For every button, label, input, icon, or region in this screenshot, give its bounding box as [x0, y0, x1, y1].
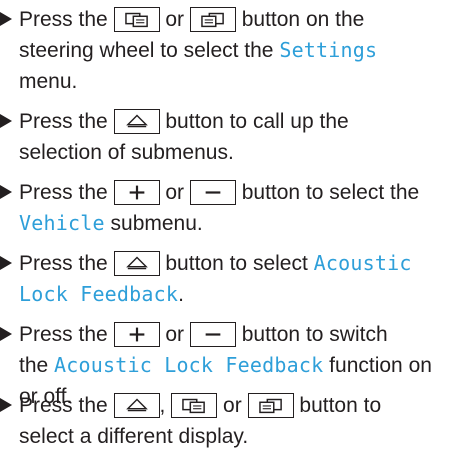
bullet-icon	[0, 327, 12, 341]
step-3-line-2: Vehicle submenu.	[19, 211, 203, 235]
back-key-icon	[113, 109, 160, 134]
step-1-line-1: Press the or button on the	[0, 4, 364, 35]
back-key-icon	[113, 251, 160, 276]
back-key-icon	[113, 393, 160, 418]
plus-key-icon	[113, 180, 160, 205]
step-3-line-1: Press the or button to select the	[0, 177, 419, 208]
step-6-line-1: Press the , or button to	[0, 390, 381, 421]
bullet-icon	[0, 398, 12, 412]
vehicle-submenu-label: Vehicle	[19, 211, 105, 235]
step-4-line-2: Lock Feedback.	[19, 282, 184, 306]
minus-key-icon	[189, 180, 236, 205]
page-forward-key-icon	[247, 393, 294, 418]
step-1-line-2: steering wheel to select the Settings	[19, 38, 378, 62]
page-forward-key-icon	[189, 7, 236, 32]
step-2-line-1: Press the button to call up the	[0, 106, 349, 137]
settings-menu-label: Settings	[279, 38, 378, 62]
acoustic-label: Acoustic	[313, 251, 412, 275]
lock-feedback-label: Lock Feedback	[19, 282, 179, 306]
bullet-icon	[0, 185, 12, 199]
minus-key-icon	[189, 322, 236, 347]
bullet-icon	[0, 114, 12, 128]
plus-key-icon	[113, 322, 160, 347]
bullet-icon	[0, 12, 12, 26]
step-5-line-2: the Acoustic Lock Feedback function on	[19, 353, 432, 377]
bullet-icon	[0, 256, 12, 270]
step-6-line-2: select a different display.	[19, 425, 249, 448]
step-4-line-1: Press the button to select Acoustic	[0, 248, 412, 279]
acoustic-lock-feedback-label: Acoustic Lock Feedback	[54, 353, 324, 377]
step-2-line-2: selection of submenus.	[19, 141, 234, 164]
page-back-key-icon	[171, 393, 218, 418]
step-1-line-3: menu.	[19, 70, 78, 93]
page-back-key-icon	[113, 7, 160, 32]
step-5-line-1: Press the or button to switch	[0, 319, 388, 350]
